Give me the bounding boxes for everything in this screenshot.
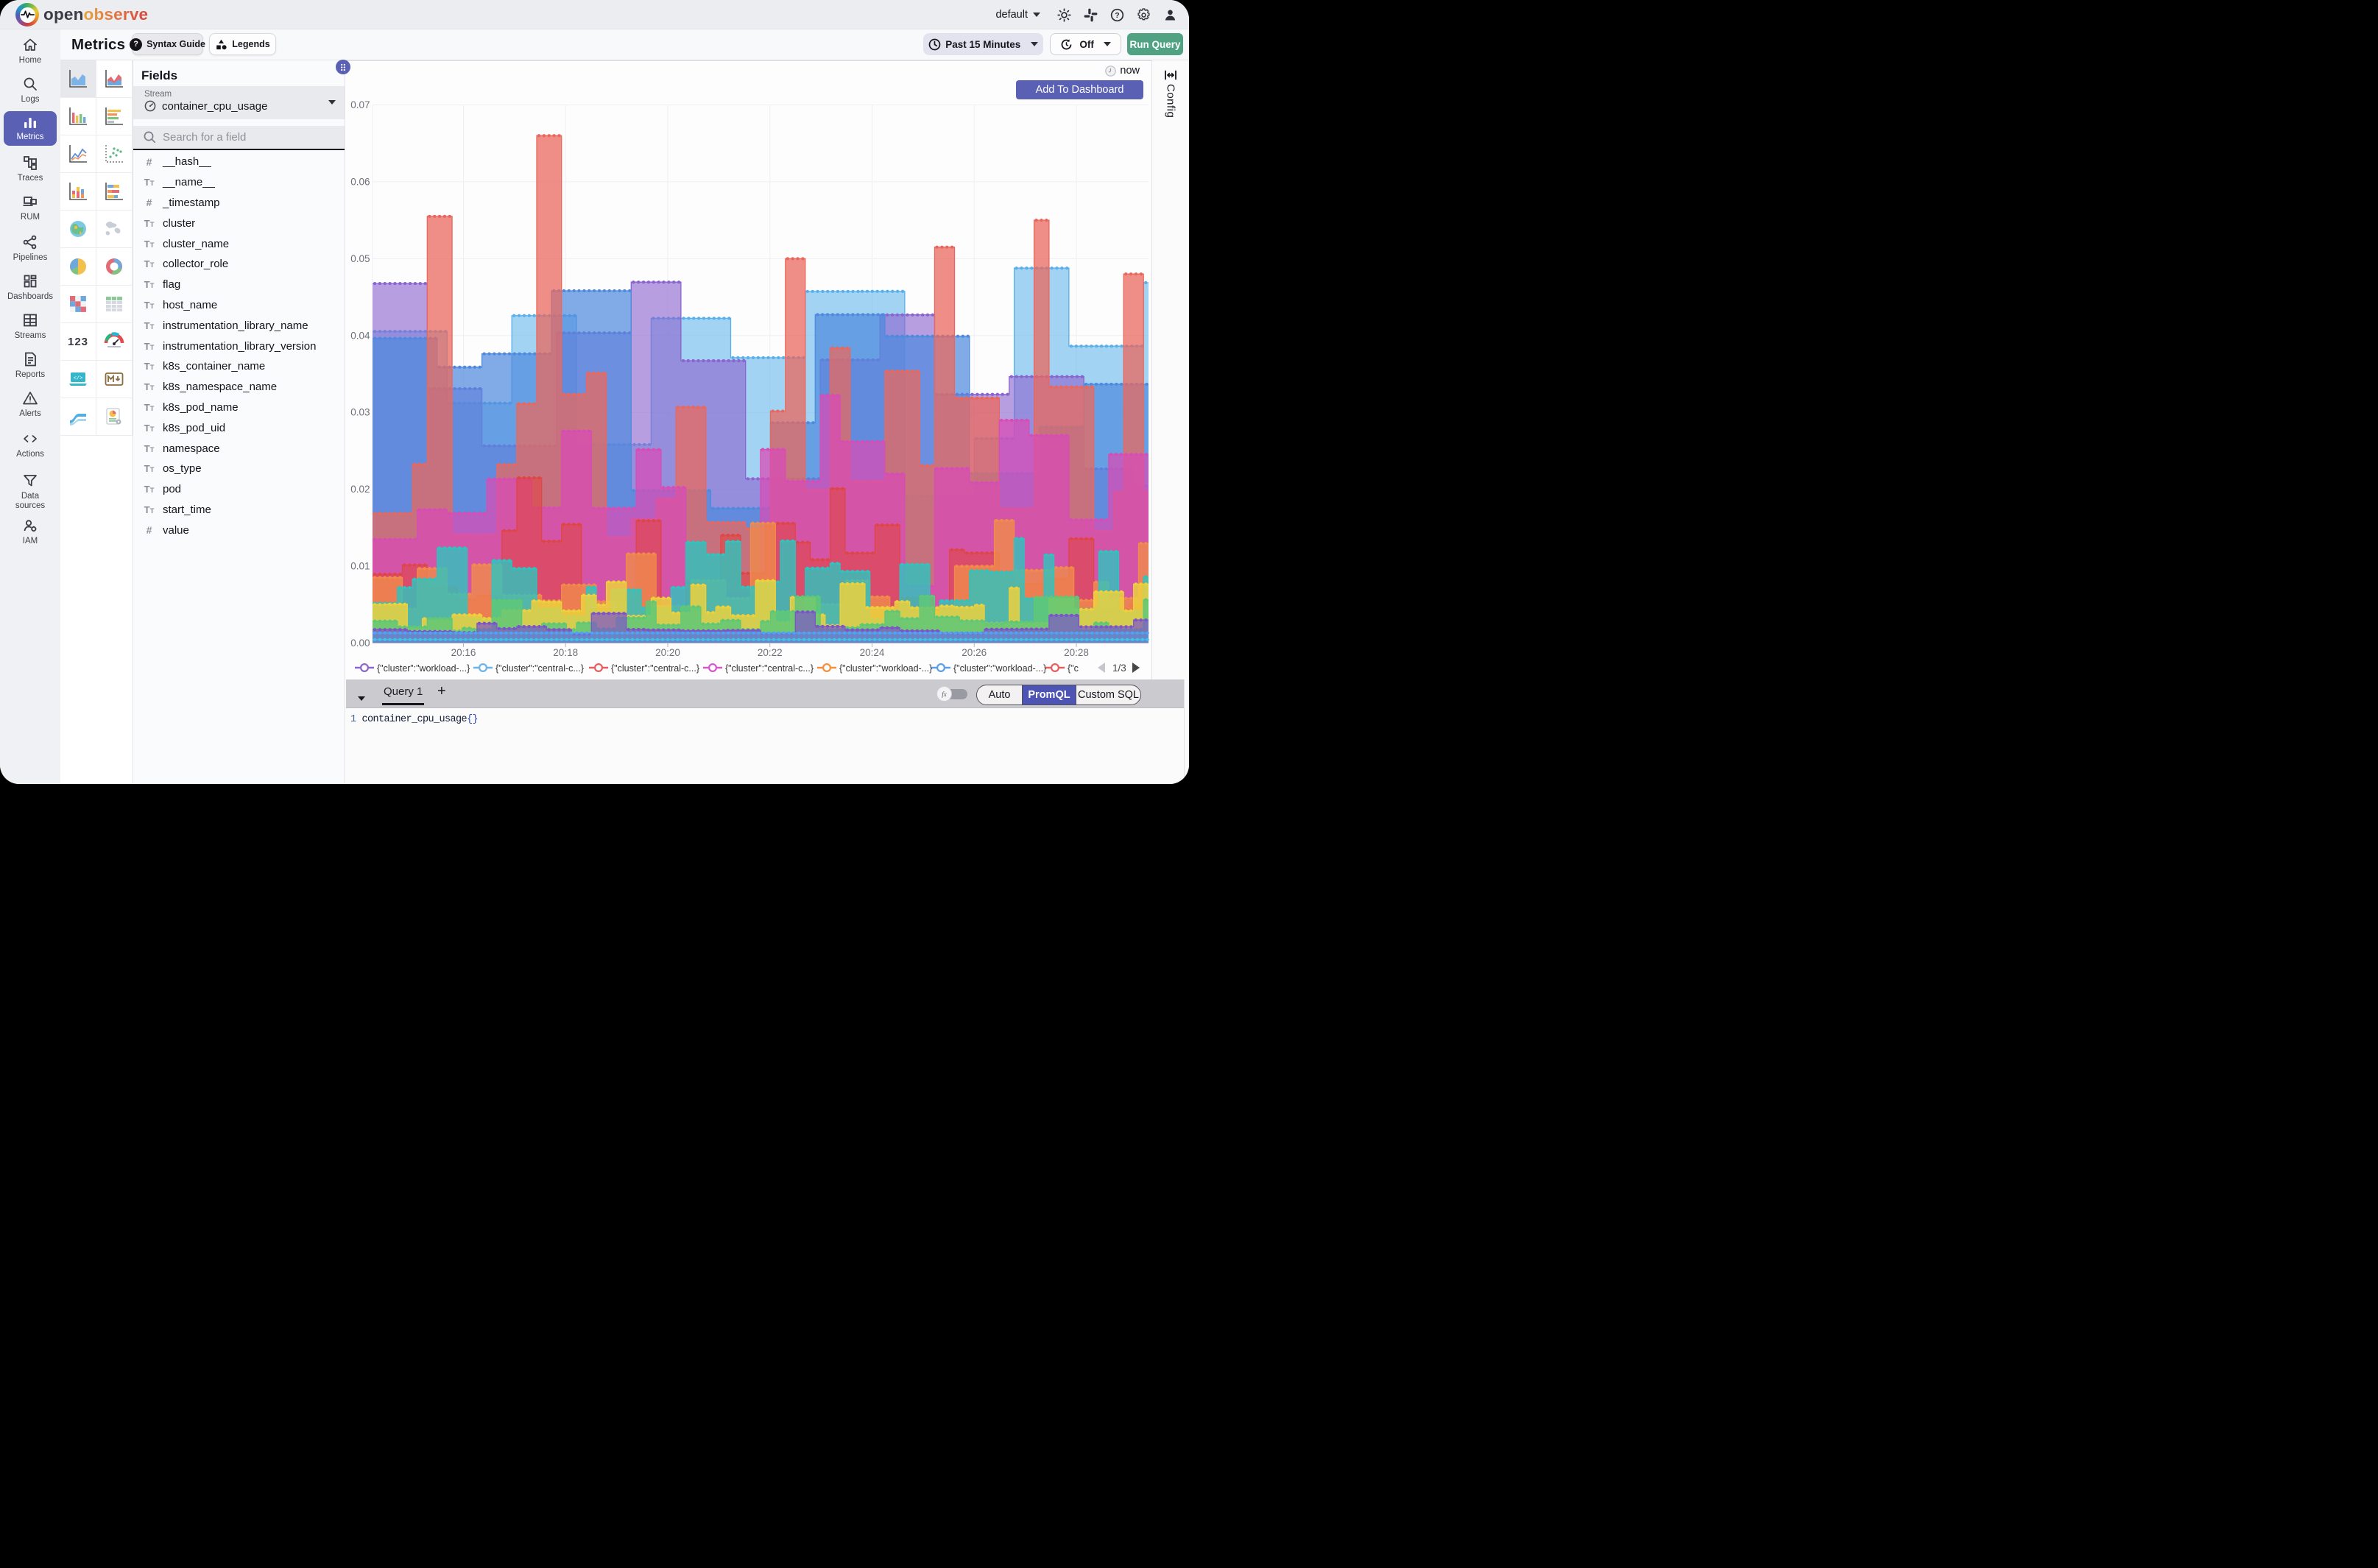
svg-text:20:16: 20:16	[451, 647, 476, 658]
svg-text:0.02: 0.02	[350, 484, 370, 495]
svg-text:{"cluster”:"workload-...}: {"cluster”:"workload-...}	[839, 663, 932, 674]
svg-text:{"cluster”:"workload-...}: {"cluster”:"workload-...}	[377, 663, 470, 674]
svg-text:20:20: 20:20	[655, 647, 680, 658]
svg-text:20:28: 20:28	[1064, 647, 1089, 658]
svg-text:{"cluster”:"central-c...}: {"cluster”:"central-c...}	[725, 663, 814, 674]
svg-text:{"c: {"c	[1068, 663, 1079, 674]
svg-text:20:24: 20:24	[860, 647, 885, 658]
svg-text:{"cluster”:"central-c...}: {"cluster”:"central-c...}	[495, 663, 584, 674]
svg-text:20:18: 20:18	[553, 647, 578, 658]
svg-text:0.04: 0.04	[350, 330, 370, 341]
svg-text:20:22: 20:22	[758, 647, 783, 658]
svg-text:0.03: 0.03	[350, 407, 370, 418]
svg-text:0.06: 0.06	[350, 176, 370, 187]
svg-text:?: ?	[1115, 11, 1119, 20]
svg-text:0.00: 0.00	[350, 638, 370, 649]
svg-text:0.07: 0.07	[350, 99, 370, 110]
svg-text:{"cluster”:"central-c...}: {"cluster”:"central-c...}	[611, 663, 699, 674]
svg-text:20:26: 20:26	[962, 647, 987, 658]
svg-text:</>: </>	[74, 376, 83, 382]
svg-text:0.01: 0.01	[350, 561, 370, 572]
svg-text:1/3: 1/3	[1112, 663, 1126, 674]
svg-text:{"cluster”:"workload-...}: {"cluster”:"workload-...}	[953, 663, 1046, 674]
svg-text:0.05: 0.05	[350, 253, 370, 264]
